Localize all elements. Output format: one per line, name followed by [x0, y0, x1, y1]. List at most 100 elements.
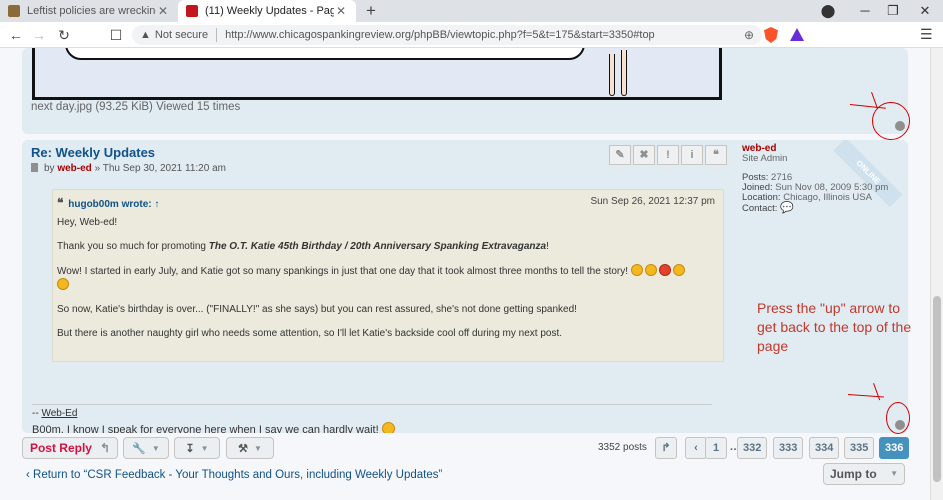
security-label: Not secure — [154, 29, 209, 41]
info-button[interactable]: i — [681, 145, 703, 165]
post-actions: ✎ ✖ ! i ❝ — [607, 145, 727, 165]
post-icon[interactable] — [31, 163, 38, 172]
contact-label: Contact: — [742, 203, 778, 214]
page-link[interactable]: 333 — [773, 437, 804, 459]
scrollbar-thumb[interactable] — [933, 296, 941, 482]
quote-paragraph: Wow! I started in early July, and Katie … — [57, 264, 719, 292]
signature-link[interactable]: Web-Ed — [41, 408, 77, 419]
quote-button[interactable]: ❝ — [705, 145, 727, 165]
post-title[interactable]: Re: Weekly Updates — [31, 145, 155, 160]
current-page[interactable]: 336 — [879, 437, 910, 459]
address-toolbar: ← → ↻ ☐ ▲ Not secure http://www.chicagos… — [0, 22, 943, 48]
close-tab-icon[interactable]: ✕ — [156, 4, 170, 18]
signature-divider — [32, 404, 712, 405]
tools-button[interactable]: 🔧 ▼ — [123, 437, 169, 459]
post-date: » Thu Sep 30, 2021 11:20 am — [94, 163, 226, 174]
grin-emoji-icon — [672, 264, 685, 276]
edit-icon: ✎ — [615, 149, 625, 161]
post-author-link[interactable]: web-ed — [57, 163, 91, 174]
profile-rank: Site Admin — [742, 153, 788, 164]
chevron-down-icon: ▼ — [151, 443, 160, 453]
restore-button[interactable]: ❐ — [878, 0, 908, 22]
reload-button[interactable]: ↻ — [55, 26, 73, 44]
delete-button[interactable]: ✖ — [633, 145, 655, 165]
sort-button[interactable]: ↧ ▼ — [174, 437, 220, 459]
speech-bubble — [65, 48, 585, 60]
warning-icon: ▲ — [140, 29, 151, 41]
location-label: Location: — [742, 192, 781, 203]
jump-to-button[interactable]: Jump to ▼ — [823, 463, 905, 485]
browser-tab-2-active[interactable]: (11) Weekly Updates - Page 336 - ✕ — [178, 0, 356, 22]
divider — [216, 28, 218, 42]
quote-icon: ❝ — [713, 149, 719, 161]
browser-menu-icon[interactable]: ☰ — [920, 26, 933, 43]
annotation-text: Press the "up" arrow to get back to the … — [757, 300, 912, 354]
info-icon: i — [690, 149, 694, 161]
quote-time: Sun Sep 26, 2021 12:37 pm — [590, 196, 715, 207]
forum-page: next day.jpg (93.25 KiB) Viewed 15 times… — [0, 48, 930, 500]
page-link[interactable]: 332 — [737, 437, 768, 459]
report-button[interactable]: ! — [657, 145, 679, 165]
grin-emoji-icon — [381, 422, 395, 433]
post: ONLINE Re: Weekly Updates by web-ed » Th… — [22, 140, 908, 433]
close-window-button[interactable]: ✕ — [910, 0, 940, 22]
attachment-caption: next day.jpg (93.25 KiB) Viewed 15 times — [31, 101, 241, 113]
quote-mark-icon: ❝ — [57, 196, 64, 210]
minimize-button[interactable]: ─ — [850, 0, 880, 22]
post-meta: by web-ed » Thu Sep 30, 2021 11:20 am — [31, 163, 226, 174]
previous-post: next day.jpg (93.25 KiB) Viewed 15 times — [22, 48, 908, 134]
hammer-icon: ⚒ — [238, 442, 248, 455]
post-count: 3352 posts — [598, 442, 647, 453]
prev-page-button[interactable]: ‹ — [685, 437, 707, 459]
location-value: Chicago, Illinois USA — [783, 192, 872, 203]
page-link[interactable]: 335 — [844, 437, 875, 459]
sort-icon: ↧ — [185, 442, 195, 455]
return-link[interactable]: ‹ Return to “CSR Feedback - Your Thought… — [26, 469, 442, 481]
chevron-down-icon: ▼ — [253, 443, 262, 453]
reply-arrow-icon: ↰ — [99, 441, 111, 455]
bookmark-icon[interactable]: ☐ — [107, 26, 125, 44]
chevron-down-icon: ▼ — [890, 469, 898, 478]
quote-paragraph: So now, Katie's birthday is over... ("FI… — [57, 304, 577, 315]
back-button[interactable]: ← — [7, 26, 25, 44]
url-bar[interactable]: ▲ Not secure http://www.chicagospankingr… — [132, 25, 762, 45]
profile-icon[interactable]: ⬤ — [813, 0, 843, 22]
contact-icon[interactable]: 💬 — [780, 202, 794, 214]
forward-button[interactable]: → — [30, 26, 48, 44]
annotation-circle — [886, 402, 910, 434]
new-tab-button[interactable]: + — [362, 1, 380, 21]
brave-rewards-icon[interactable] — [790, 28, 804, 41]
by-label: by — [44, 163, 55, 174]
site-favicon-icon — [186, 5, 198, 17]
site-favicon-icon — [8, 5, 20, 17]
zoom-icon[interactable]: ⊕ — [744, 28, 754, 42]
comic-image[interactable] — [32, 48, 722, 100]
topic-tools-button[interactable]: ⚒ ▼ — [226, 437, 274, 459]
close-tab-icon[interactable]: ✕ — [334, 4, 348, 18]
edit-button[interactable]: ✎ — [609, 145, 631, 165]
brave-shield-icon[interactable] — [764, 27, 778, 43]
quote-paragraph: But there is another naughty girl who ne… — [57, 328, 563, 339]
page-link[interactable]: 334 — [809, 437, 840, 459]
author-profile: web-ed Site Admin Posts: 2716 Joined: Su… — [742, 144, 888, 214]
quote-greeting: Hey, Web-ed! — [57, 217, 118, 228]
quote-block: ❝ hugob00m wrote: ↑ Sun Sep 26, 2021 12:… — [52, 189, 724, 362]
chevron-down-icon: ▼ — [200, 443, 209, 453]
quote-author[interactable]: ❝ hugob00m wrote: ↑ — [57, 196, 159, 210]
quote-paragraph: Thank you so much for promoting The O.T.… — [57, 241, 549, 252]
url-text[interactable]: http://www.chicagospankingreview.org/php… — [225, 29, 738, 41]
scrollbar[interactable] — [930, 48, 943, 500]
post-reply-button[interactable]: Post Reply ↰ — [22, 437, 118, 459]
grin-emoji-icon — [630, 264, 643, 276]
angry-emoji-icon — [658, 264, 671, 276]
report-icon: ! — [666, 149, 670, 161]
delete-icon: ✖ — [639, 149, 649, 161]
grin-emoji-icon — [644, 264, 657, 276]
grin-emoji-icon — [57, 278, 69, 290]
wrench-icon: 🔧 — [132, 442, 146, 455]
comic-figure — [597, 48, 637, 96]
browser-tab-1[interactable]: Leftist policies are wrecking global su…… — [0, 0, 178, 22]
tab-strip: Leftist policies are wrecking global su…… — [0, 0, 943, 22]
jump-to-page-icon[interactable]: ↱ — [655, 437, 677, 459]
signature: -- Web-Ed — [32, 408, 78, 419]
